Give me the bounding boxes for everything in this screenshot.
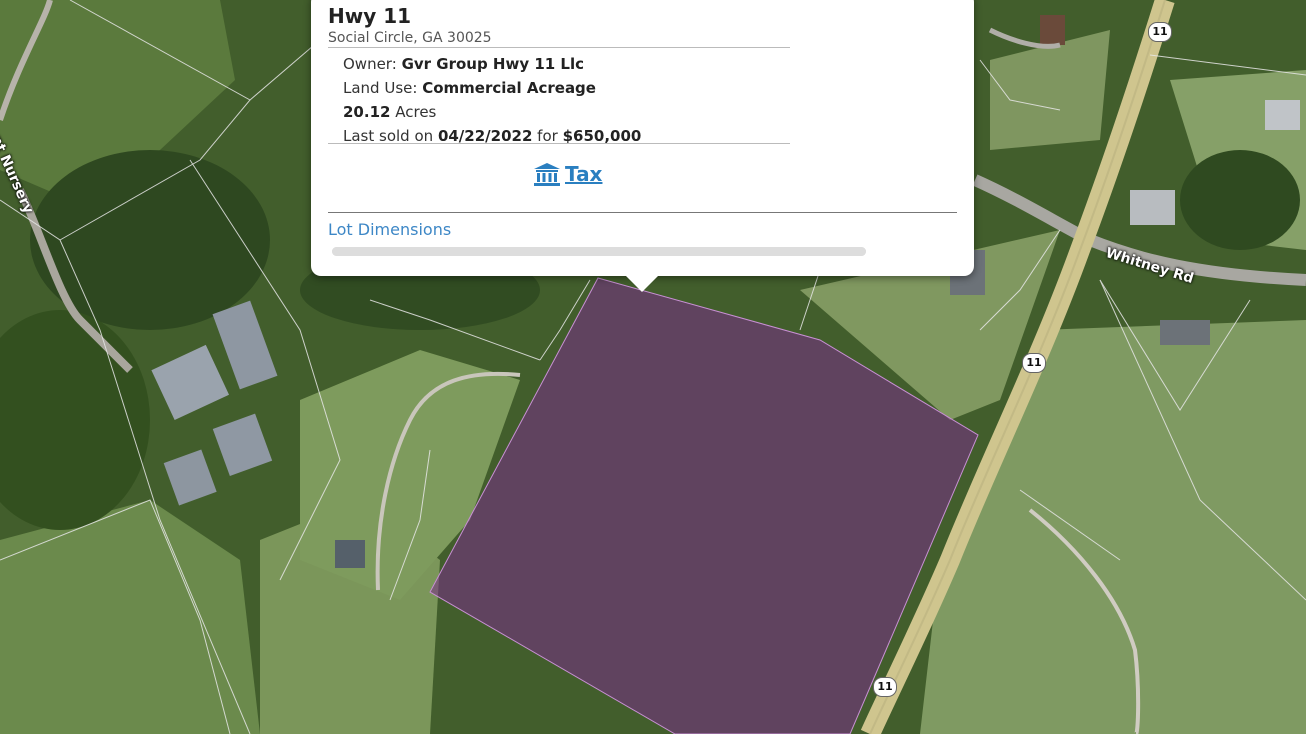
lot-dimensions-link[interactable]: Lot Dimensions <box>328 220 451 239</box>
land-use-value: Commercial Acreage <box>422 79 596 97</box>
parcel-info-popup: Hwy 11 Social Circle, GA 30025 Owner: Gv… <box>311 0 974 276</box>
highway-shield-11: 11 <box>1148 22 1172 42</box>
loading-bar-fill <box>332 247 866 256</box>
divider <box>328 212 957 213</box>
popup-pointer <box>626 276 658 292</box>
acres-label: Acres <box>395 103 437 121</box>
land-use-label: Land Use: <box>343 79 418 97</box>
bank-icon <box>534 163 560 186</box>
tax-link-label[interactable]: Tax <box>565 162 602 186</box>
divider <box>328 47 790 48</box>
acres-row: 20.12 Acres <box>343 103 436 121</box>
divider <box>328 143 790 144</box>
highway-shield-11: 11 <box>1022 353 1046 373</box>
owner-row: Owner: Gvr Group Hwy 11 Llc <box>343 55 584 73</box>
tax-link[interactable]: Tax <box>533 162 602 186</box>
highway-shield-11: 11 <box>873 677 897 697</box>
popup-title: Hwy 11 <box>328 4 412 28</box>
owner-label: Owner: <box>343 55 397 73</box>
acres-value: 20.12 <box>343 103 391 121</box>
land-use-row: Land Use: Commercial Acreage <box>343 79 596 97</box>
loading-bar <box>332 247 866 256</box>
owner-value: Gvr Group Hwy 11 Llc <box>401 55 585 73</box>
popup-address: Social Circle, GA 30025 <box>328 30 492 46</box>
